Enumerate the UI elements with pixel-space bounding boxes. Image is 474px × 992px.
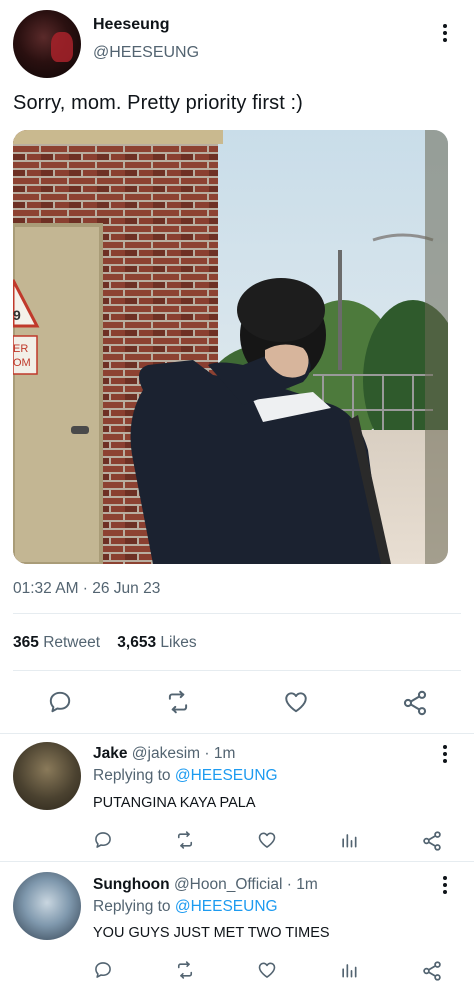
tweet-header: Heeseung @HEESEUNG [0, 0, 474, 88]
replying-to: Replying to @HEESEUNG [93, 898, 278, 916]
share-icon[interactable] [421, 830, 443, 852]
reply-avatar[interactable] [13, 872, 81, 940]
reply-item[interactable]: Sunghoon @Hoon_Official · 1m Replying to… [0, 862, 474, 992]
retweet-icon[interactable] [174, 830, 196, 850]
reply-time: · 1m [204, 745, 236, 762]
sign-text-3: OM [13, 357, 31, 369]
more-vertical-icon[interactable] [441, 876, 449, 896]
replying-to-link[interactable]: @HEESEUNG [175, 767, 278, 784]
reply-icon[interactable] [93, 960, 113, 980]
replying-to-link[interactable]: @HEESEUNG [175, 898, 278, 915]
reply-time: · 1m [286, 876, 318, 893]
more-vertical-icon[interactable] [441, 24, 449, 44]
heart-icon[interactable] [257, 830, 277, 850]
reply-header: Jake @jakesim · 1m [93, 745, 235, 763]
retweet-icon[interactable] [164, 689, 192, 715]
reply-icon[interactable] [47, 689, 73, 715]
heart-icon[interactable] [257, 960, 277, 980]
reply-text: PUTANGINA KAYA PALA [93, 795, 256, 811]
reply-author-name[interactable]: Jake [93, 745, 127, 762]
retweet-label[interactable]: Retweet [43, 634, 100, 651]
reply-author-name[interactable]: Sunghoon [93, 876, 170, 893]
views-icon[interactable] [339, 960, 359, 980]
reply-text: YOU GUYS JUST MET TWO TIMES [93, 925, 330, 941]
retweet-icon[interactable] [174, 960, 196, 980]
reply-author-handle[interactable]: @Hoon_Official [174, 876, 283, 893]
likes-count[interactable]: 3,653 [117, 634, 156, 651]
share-icon[interactable] [401, 689, 429, 717]
share-icon[interactable] [421, 960, 443, 982]
reply-avatar[interactable] [13, 742, 81, 810]
tweet-timestamp[interactable]: 01:32 AM · 26 Jun 23 [13, 580, 160, 598]
replying-to: Replying to @HEESEUNG [93, 767, 278, 785]
likes-label[interactable]: Likes [160, 634, 196, 651]
reply-author-handle[interactable]: @jakesim [132, 745, 200, 762]
reply-item[interactable]: Jake @jakesim · 1m Replying to @HEESEUNG… [0, 734, 474, 860]
retweet-count[interactable]: 365 [13, 634, 39, 651]
author-name[interactable]: Heeseung [93, 16, 169, 34]
replying-prefix: Replying to [93, 767, 171, 784]
reply-icon[interactable] [93, 830, 113, 850]
tweet-photo[interactable]: 9 ER OM [13, 130, 448, 564]
author-handle[interactable]: @HEESEUNG [93, 44, 199, 62]
photo-illustration: 9 ER OM [13, 130, 448, 564]
more-vertical-icon[interactable] [441, 745, 449, 765]
views-icon[interactable] [339, 830, 359, 850]
reply-header: Sunghoon @Hoon_Official · 1m [93, 876, 318, 894]
tweet-stats: 365 Retweet 3,653 Likes [13, 634, 197, 652]
tweet-text: Sorry, mom. Pretty priority first :) [13, 92, 303, 114]
replying-prefix: Replying to [93, 898, 171, 915]
heart-icon[interactable] [283, 689, 309, 715]
author-avatar[interactable] [13, 10, 81, 78]
sign-text-1: 9 [13, 307, 21, 323]
sign-text-2: ER [13, 343, 28, 355]
divider [13, 670, 461, 671]
divider [13, 613, 461, 614]
